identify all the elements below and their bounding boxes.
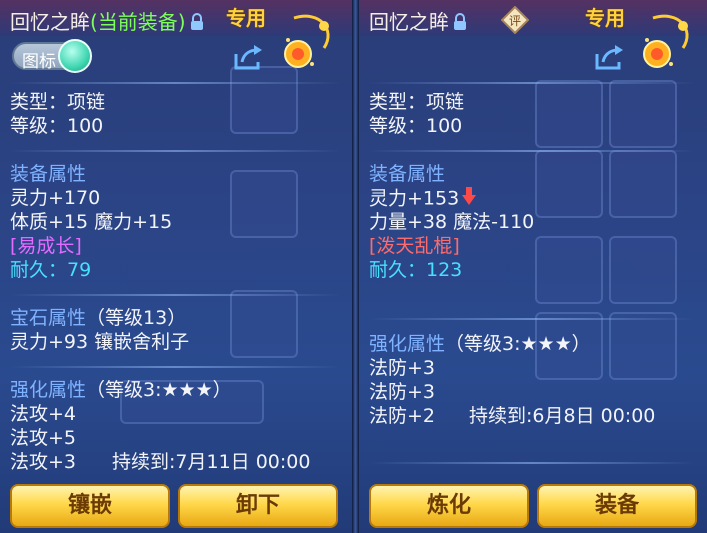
necklace-item-icon[interactable] [280, 10, 336, 74]
durability: 耐久：79 [10, 259, 92, 281]
exclusive-label: 专用 [226, 6, 266, 30]
unequip-button[interactable]: 卸下 [178, 484, 338, 528]
divider [10, 294, 340, 296]
background-slot [609, 236, 677, 304]
enhance-duration: 持续到:6月8日 00:00 [469, 405, 656, 427]
lock-icon [190, 12, 204, 36]
divider [369, 318, 695, 320]
background-slot [609, 150, 677, 218]
enhance-line-1: 法防+3 [369, 357, 436, 379]
enhance-line-3-value: 法防+2 [369, 405, 436, 427]
enhance-attr-header: 强化属性（等级3:★★★） [10, 378, 232, 402]
item-title: 回忆之眸 [369, 6, 467, 36]
type-line: 类型：项链 [369, 91, 465, 113]
compare-equipment-panel: 回忆之眸 评 专用 类型：项链 等级：100 装备属性 灵力+153 力量+38… [359, 0, 707, 533]
enhance-duration: 持续到:7月11日 00:00 [112, 451, 311, 473]
necklace-item-icon[interactable] [639, 10, 695, 74]
enhance-line-1: 法攻+4 [10, 403, 77, 425]
enhance-attr-header: 强化属性（等级3:★★★） [369, 332, 591, 356]
item-title: 回忆之眸(当前装备) [10, 6, 204, 36]
inlay-button[interactable]: 镶嵌 [10, 484, 170, 528]
level-line: 等级：100 [10, 115, 104, 137]
share-icon[interactable] [593, 44, 625, 72]
divider [369, 462, 695, 464]
divider [10, 82, 340, 84]
background-slot [609, 312, 677, 380]
toggle-knob [58, 39, 92, 73]
background-slot [535, 236, 603, 304]
gem-attr-header: 宝石属性（等级13） [10, 306, 186, 330]
divider [10, 366, 340, 368]
item-name: 回忆之眸 [369, 10, 449, 34]
enhance-line-3-value: 法攻+3 [10, 451, 77, 473]
current-equipped-tag: (当前装备) [90, 10, 186, 34]
attr-line-1: 灵力+170 [10, 187, 101, 209]
enhance-level: （等级3:★★★） [445, 333, 591, 355]
enhance-line-3: 法攻+3 持续到:7月11日 00:00 [10, 450, 310, 474]
refine-button[interactable]: 炼化 [369, 484, 529, 528]
exclusive-label: 专用 [585, 6, 625, 30]
gem-line: 灵力+93 镶嵌舍利子 [10, 331, 190, 353]
enhance-line-3: 法防+2 持续到:6月8日 00:00 [369, 404, 655, 428]
background-slot [535, 150, 603, 218]
item-name: 回忆之眸 [10, 10, 90, 34]
attr-line-1: 灵力+153 [369, 186, 477, 212]
share-icon[interactable] [232, 44, 264, 72]
enhance-level: （等级3:★★★） [86, 379, 232, 401]
background-slot [230, 290, 298, 358]
attr-line-1-value: 灵力+153 [369, 187, 460, 210]
enhance-attr-title: 强化属性 [10, 379, 87, 401]
toggle-label: 图标 [22, 52, 56, 72]
level-line: 等级：100 [369, 115, 463, 137]
attr-line-2: 力量+38 魔法-110 [369, 211, 535, 233]
special-effect: [易成长] [10, 235, 82, 257]
background-slot [609, 80, 677, 148]
enhance-line-2: 法防+3 [369, 381, 436, 403]
durability: 耐久：123 [369, 259, 463, 281]
special-effect: [泼天乱棍] [369, 235, 460, 257]
ping-badge-icon[interactable]: 评 [500, 5, 530, 35]
type-line: 类型：项链 [10, 91, 106, 113]
down-arrow-icon [461, 186, 477, 212]
attr-line-2: 体质+15 魔力+15 [10, 211, 173, 233]
lock-icon [453, 12, 467, 36]
divider [10, 150, 340, 152]
background-slot [230, 66, 298, 134]
gem-attr-title: 宝石属性 [10, 307, 87, 329]
panel-divider [352, 0, 359, 533]
equip-attr-title: 装备属性 [369, 163, 446, 185]
icon-toggle[interactable]: 图标 [12, 39, 92, 73]
equip-attr-title: 装备属性 [10, 163, 87, 185]
current-equipment-panel: 回忆之眸(当前装备) 专用 图标 类型：项链 等级：100 装备属性 灵力+17… [0, 0, 352, 533]
divider [369, 150, 695, 152]
background-slot [535, 80, 603, 148]
gem-level: （等级13） [86, 307, 187, 329]
divider [369, 82, 695, 84]
enhance-line-2: 法攻+5 [10, 427, 77, 449]
enhance-attr-title: 强化属性 [369, 333, 446, 355]
background-slot [230, 170, 298, 238]
equip-button[interactable]: 装备 [537, 484, 697, 528]
ping-badge-text: 评 [509, 14, 521, 28]
